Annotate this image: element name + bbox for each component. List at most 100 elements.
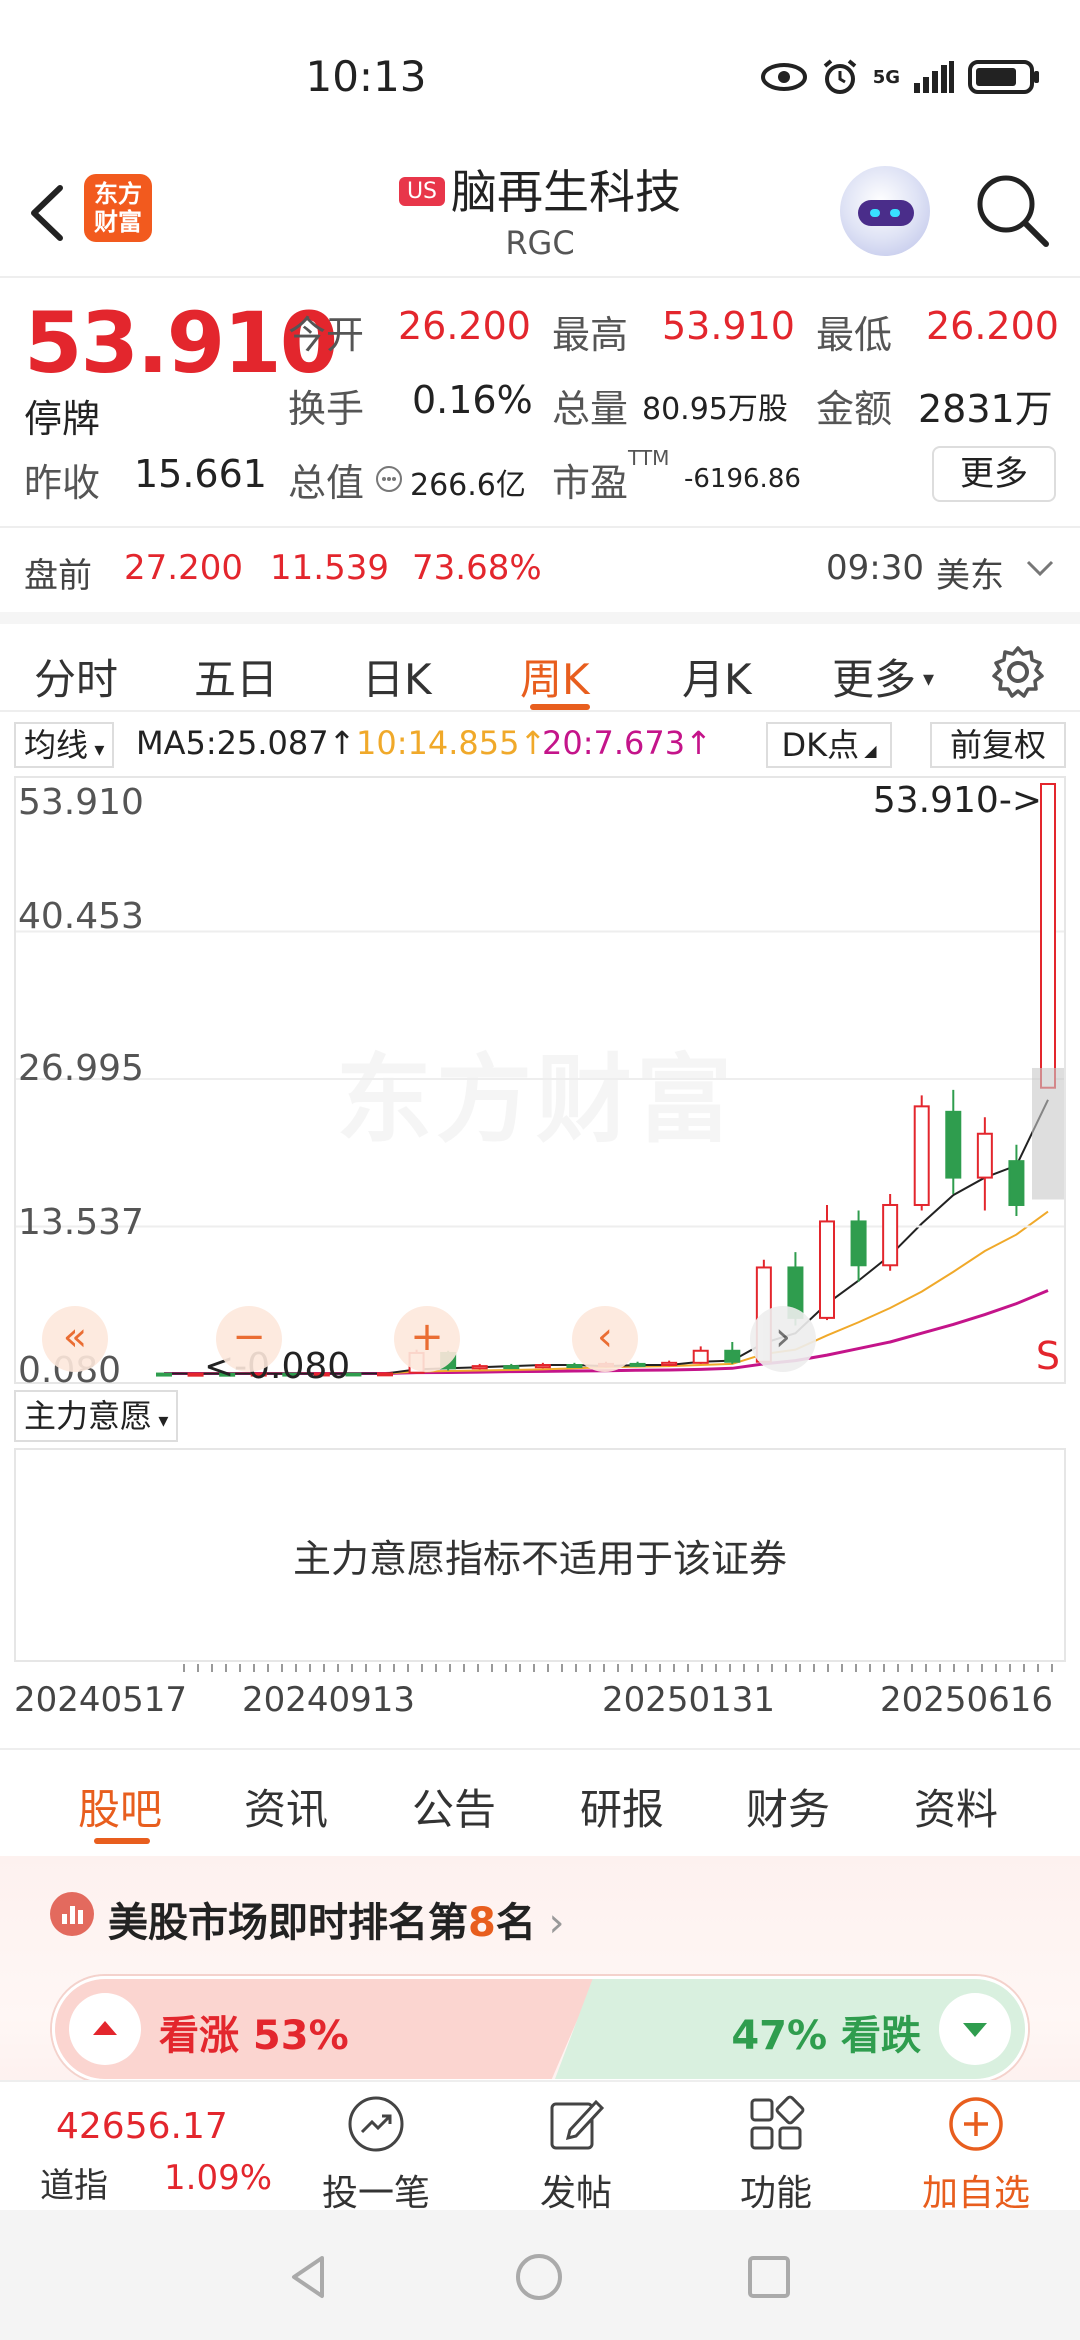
nav-home-icon[interactable] <box>514 2252 564 2302</box>
high-label: 最高 <box>552 313 629 357</box>
ma10-value: 10:14.855↑ <box>356 724 547 762</box>
rewind-icon[interactable]: « <box>42 1306 108 1372</box>
rank-section: 美股市场即时排名第8名 › 看涨 53% 47% 看跌 <box>0 1856 1080 2086</box>
rank-link[interactable]: 美股市场即时排名第8名 › <box>108 1890 565 1948</box>
info-icon[interactable] <box>374 464 404 494</box>
scroll-left-icon[interactable]: ‹ <box>572 1306 638 1372</box>
tab-weekly-k[interactable]: 周K <box>520 646 590 707</box>
tab-more[interactable]: 更多 ▾ <box>832 646 934 707</box>
y-tick-2: 26.995 <box>18 1048 144 1089</box>
rank-icon <box>50 1892 94 1936</box>
indicator-select-label: 主力意愿 <box>24 1397 153 1435</box>
status-icons: 5G <box>760 58 1040 96</box>
network-label: 5G <box>872 66 900 88</box>
chevron-down-icon[interactable] <box>1024 558 1056 580</box>
tab-intraday[interactable]: 分时 <box>34 646 118 707</box>
market-badge: US <box>398 177 446 206</box>
dk-label: DK点 <box>781 726 860 764</box>
tab-more-label: 更多 <box>832 655 917 704</box>
tab-monthly-k[interactable]: 月K <box>682 646 752 707</box>
add-watchlist-button[interactable]: 加自选 <box>896 2094 1056 2216</box>
candle <box>945 1089 962 1195</box>
amount-value: 2831万 <box>918 387 1053 431</box>
y-tick-3: 13.537 <box>18 1202 144 1243</box>
robot-face <box>858 200 914 226</box>
tab-research[interactable]: 研报 <box>580 1776 664 1837</box>
more-button[interactable]: 更多 <box>932 446 1056 502</box>
chevron-right-icon: › <box>535 1900 565 1946</box>
candle <box>1040 783 1056 1089</box>
premarket-row: 盘前 27.200 11.539 73.68% 09:30 美东 <box>0 526 1080 596</box>
adjust-button[interactable]: 前复权 <box>930 722 1066 768</box>
dk-point-button[interactable]: DK点 ◢ <box>766 722 892 768</box>
volume-value: 80.95万股 <box>642 392 788 427</box>
ma-type-select[interactable]: 均线 ▾ <box>14 722 115 768</box>
last-candle-highlight <box>1032 1067 1064 1200</box>
pe-label: 市盈 <box>552 461 629 505</box>
tab-profile[interactable]: 资料 <box>914 1776 998 1837</box>
zoom-out-icon[interactable]: − <box>216 1306 282 1372</box>
candle <box>819 1204 835 1321</box>
functions-label: 功能 <box>739 2173 812 2214</box>
candle <box>661 1360 678 1367</box>
candle <box>566 1362 583 1369</box>
y-tick-0: 53.910 <box>18 782 144 823</box>
premarket-change: 11.539 <box>270 548 389 588</box>
tab-news[interactable]: 资讯 <box>244 1776 328 1837</box>
status-bar: 10:13 5G <box>0 0 1080 150</box>
invest-label: 投一笔 <box>321 2173 430 2214</box>
vote-bar: 看涨 53% 47% 看跌 <box>52 1976 1028 2082</box>
pe-sup: TTM <box>628 446 670 470</box>
kline-chart[interactable]: 东方财富 53.910 40.453 26.995 13.537 0.080 5… <box>14 776 1066 1391</box>
candle <box>471 1363 488 1370</box>
index-change: 1.09% <box>164 2158 273 2198</box>
top-nav: 东方财富 US 脑再生科技 RGC <box>0 150 1080 278</box>
arrow-up-icon[interactable] <box>69 1993 141 2065</box>
nav-recents-icon[interactable] <box>744 2252 794 2302</box>
tab-forum[interactable]: 股吧 <box>78 1776 162 1837</box>
scroll-right-icon[interactable]: › <box>750 1306 816 1372</box>
battery-icon <box>968 60 1039 94</box>
premarket-label: 盘前 <box>24 556 92 596</box>
trend-icon <box>348 2096 404 2152</box>
indicator-message: 主力意愿指标不适用于该证券 <box>292 1537 787 1581</box>
indicator-panel: 主力意愿指标不适用于该证券 <box>14 1448 1066 1662</box>
signal-icon <box>914 61 954 93</box>
candle <box>503 1363 520 1370</box>
invest-button[interactable]: 投一笔 <box>296 2094 456 2216</box>
period-tabs: 分时 五日 日K 周K 月K 更多 ▾ <box>0 612 1080 712</box>
tab-five-day[interactable]: 五日 <box>194 646 278 707</box>
alarm-icon <box>823 59 856 94</box>
tab-daily-k[interactable]: 日K <box>362 646 432 707</box>
tab-finance[interactable]: 财务 <box>746 1776 830 1837</box>
premarket-pct: 73.68% <box>412 548 542 588</box>
turnover-value: 0.16% <box>412 378 533 422</box>
assistant-robot-icon[interactable] <box>840 166 930 256</box>
date-tick-0: 20240517 <box>14 1680 188 1720</box>
stock-name: 脑再生科技 <box>451 165 682 219</box>
y-tick-1: 40.453 <box>18 896 144 937</box>
eye-icon <box>760 63 807 91</box>
vote-down-text: 47% 看跌 <box>731 2013 921 2059</box>
post-button[interactable]: 发帖 <box>496 2094 656 2216</box>
tab-announcements[interactable]: 公告 <box>412 1776 496 1837</box>
sell-signal-mark: S <box>1035 1334 1060 1378</box>
quote-panel: 53.910 停牌 昨收 15.661 今开 26.200 最高 53.910 … <box>0 280 1080 610</box>
premarket-price: 27.200 <box>124 548 243 588</box>
open-value: 26.200 <box>398 304 531 348</box>
caret-down-icon: ▾ <box>916 667 935 692</box>
indicator-select[interactable]: 主力意愿 ▾ <box>14 1390 179 1442</box>
arrow-down-icon[interactable] <box>939 1993 1011 2065</box>
nav-back-icon[interactable] <box>284 2252 334 2302</box>
zoom-in-icon[interactable]: + <box>394 1306 460 1372</box>
low-value: 26.200 <box>926 304 1059 348</box>
ma5-value: MA5:25.087↑ <box>136 724 356 762</box>
ma20-value: 20:7.673↑ <box>542 724 712 762</box>
ma-row: 均线 ▾ MA5:25.087↑ 10:14.855↑ 20:7.673↑ DK… <box>0 714 1080 774</box>
functions-button[interactable]: 功能 <box>696 2094 856 2216</box>
pe-value: -6196.86 <box>684 464 801 494</box>
search-icon[interactable] <box>972 170 1052 250</box>
gear-icon[interactable] <box>990 644 1046 700</box>
index-value: 42656.17 <box>56 2106 228 2147</box>
candle <box>724 1341 741 1364</box>
